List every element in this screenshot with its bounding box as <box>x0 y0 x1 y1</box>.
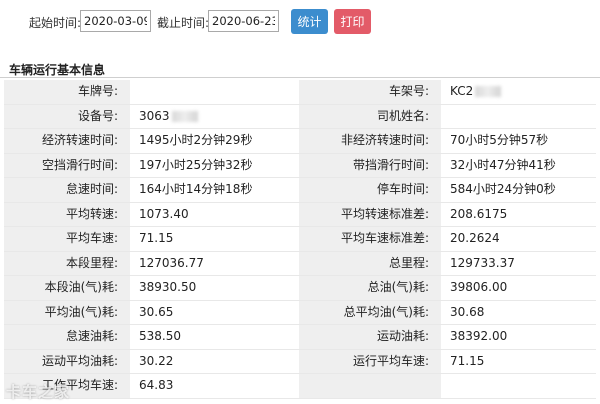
section-divider <box>0 77 600 78</box>
info-value: 39806.00 <box>441 275 596 301</box>
column-gap <box>291 226 299 252</box>
column-gap <box>291 202 299 227</box>
info-value: 70小时5分钟57秒 <box>441 128 596 154</box>
info-row: 平均油(气)耗: 30.65 总平均油(气)耗: 30.68 <box>4 300 596 325</box>
info-value: 38392.00 <box>441 324 596 350</box>
info-key: 总平均油(气)耗: <box>299 300 441 325</box>
info-value: 3063 <box>130 104 291 129</box>
redaction-blur <box>475 86 502 97</box>
info-key: 停车时间: <box>299 177 441 203</box>
end-time-input[interactable] <box>208 10 279 32</box>
info-row: 车牌号: 车架号: KC2 <box>4 80 596 105</box>
column-gap <box>291 251 299 276</box>
query-toolbar: 起始时间: 截止时间: 统计 打印 <box>0 0 600 58</box>
info-key: 总里程: <box>299 251 441 276</box>
info-value: 164小时14分钟18秒 <box>130 177 291 203</box>
info-key: 经济转速时间: <box>4 128 130 154</box>
info-key: 本段里程: <box>4 251 130 276</box>
info-key <box>299 373 441 399</box>
print-button[interactable]: 打印 <box>334 9 371 34</box>
end-time-label: 截止时间: <box>157 16 210 30</box>
info-row: 怠速油耗: 538.50 运动油耗: 38392.00 <box>4 324 596 350</box>
info-key: 平均转速: <box>4 202 130 227</box>
info-value: 64.83 <box>130 373 291 399</box>
info-value: 127036.77 <box>130 251 291 276</box>
info-key: 平均车速标准差: <box>299 226 441 252</box>
info-key: 怠速时间: <box>4 177 130 203</box>
info-value: 30.22 <box>130 349 291 374</box>
info-row: 设备号: 3063 司机姓名: <box>4 104 596 129</box>
info-row: 经济转速时间: 1495小时2分钟29秒 非经济转速时间: 70小时5分钟57秒 <box>4 128 596 154</box>
info-row: 本段油(气)耗: 38930.50 总油(气)耗: 39806.00 <box>4 275 596 301</box>
info-key: 车牌号: <box>4 80 130 105</box>
info-key: 总油(气)耗: <box>299 275 441 301</box>
info-key: 空挡滑行时间: <box>4 153 130 178</box>
info-row: 本段里程: 127036.77 总里程: 129733.37 <box>4 251 596 276</box>
info-row: 怠速时间: 164小时14分钟18秒 停车时间: 584小时24分钟0秒 <box>4 177 596 203</box>
info-value <box>441 104 596 129</box>
info-key: 平均油(气)耗: <box>4 300 130 325</box>
info-value: 538.50 <box>130 324 291 350</box>
column-gap <box>291 128 299 154</box>
info-key: 平均转速标准差: <box>299 202 441 227</box>
column-gap <box>291 324 299 350</box>
start-time-label: 起始时间: <box>29 16 82 30</box>
column-gap <box>291 373 299 399</box>
info-value: 30.65 <box>130 300 291 325</box>
info-value: 20.2624 <box>441 226 596 252</box>
info-key: 运动油耗: <box>299 324 441 350</box>
column-gap <box>291 153 299 178</box>
info-row: 平均转速: 1073.40 平均转速标准差: 208.6175 <box>4 202 596 227</box>
info-value <box>130 80 291 105</box>
column-gap <box>291 177 299 203</box>
info-value: 38930.50 <box>130 275 291 301</box>
section-title: 车辆运行基本信息 <box>9 63 106 77</box>
column-gap <box>291 80 299 105</box>
column-gap <box>291 300 299 325</box>
info-value: 197小时25分钟32秒 <box>130 153 291 178</box>
info-value: KC2 <box>441 80 596 105</box>
info-value: 71.15 <box>441 349 596 374</box>
info-key: 运行平均车速: <box>299 349 441 374</box>
info-value: 1495小时2分钟29秒 <box>130 128 291 154</box>
info-key: 带挡滑行时间: <box>299 153 441 178</box>
info-value: 584小时24分钟0秒 <box>441 177 596 203</box>
column-gap <box>291 275 299 301</box>
column-gap <box>291 104 299 129</box>
info-row: 空挡滑行时间: 197小时25分钟32秒 带挡滑行时间: 32小时47分钟41秒 <box>4 153 596 178</box>
info-value: 30.68 <box>441 300 596 325</box>
start-time-input[interactable] <box>80 10 151 32</box>
info-value: 71.15 <box>130 226 291 252</box>
watermark-logo: 卡车之家 <box>6 383 71 401</box>
info-key: 非经济转速时间: <box>299 128 441 154</box>
info-value: 208.6175 <box>441 202 596 227</box>
info-key: 怠速油耗: <box>4 324 130 350</box>
info-value <box>441 373 596 399</box>
info-value: 32小时47分钟41秒 <box>441 153 596 178</box>
info-key: 本段油(气)耗: <box>4 275 130 301</box>
column-gap <box>291 349 299 374</box>
info-row: 运动平均油耗: 30.22 运行平均车速: 71.15 <box>4 349 596 374</box>
info-value: 1073.40 <box>130 202 291 227</box>
redaction-blur <box>171 110 198 122</box>
info-value: 129733.37 <box>441 251 596 276</box>
vehicle-info-table: 车牌号: 车架号: KC2 设备号: 3063 司机姓名: 经济转速时间: 1495小时2分钟… <box>4 80 596 399</box>
info-key: 车架号: <box>299 80 441 105</box>
info-row: 工作平均车速: 64.83 <box>4 373 596 399</box>
info-row: 平均车速: 71.15 平均车速标准差: 20.2624 <box>4 226 596 252</box>
info-key: 平均车速: <box>4 226 130 252</box>
info-key: 司机姓名: <box>299 104 441 129</box>
info-key: 设备号: <box>4 104 130 129</box>
info-key: 运动平均油耗: <box>4 349 130 374</box>
stats-button[interactable]: 统计 <box>291 9 328 34</box>
